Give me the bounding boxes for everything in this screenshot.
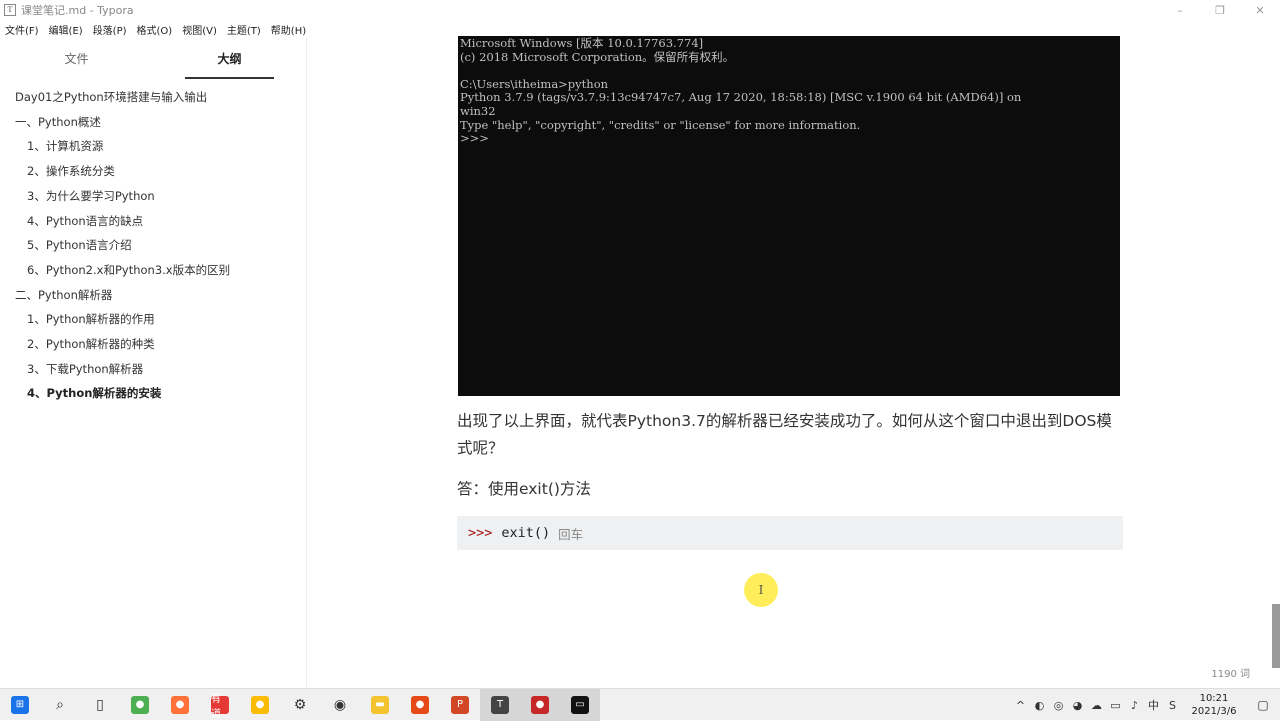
outline-item[interactable]: 6、Python2.x和Python3.x版本的区别	[0, 258, 306, 283]
outline-item[interactable]: 3、为什么要学习Python	[0, 184, 306, 209]
chrome-taskbar-button[interactable]: ●	[120, 689, 160, 721]
menu-item[interactable]: 帮助(H)	[266, 22, 311, 37]
screen-record-icon: ●	[531, 696, 549, 714]
tab-files[interactable]: 文件	[0, 38, 153, 80]
explorer-icon: ▬	[371, 696, 389, 714]
powerpoint-icon: P	[451, 696, 469, 714]
chrome-icon: ●	[131, 696, 149, 714]
terminal-line: Type "help", "copyright", "credits" or "…	[460, 119, 1118, 133]
menu-item[interactable]: 格式(O)	[132, 22, 178, 37]
task-view-taskbar-button[interactable]: ▯	[80, 689, 120, 721]
chrome-2-icon: ●	[251, 696, 269, 714]
outline-item[interactable]: 3、下载Python解析器	[0, 357, 306, 382]
tray-icon[interactable]: ♪	[1125, 699, 1144, 712]
clock[interactable]: 10:21 2021/3/6	[1182, 692, 1246, 718]
sidebar: 文件 大纲 Day01之Python环境搭建与输入输出一、Python概述1、计…	[0, 38, 307, 688]
terminal-line: C:\Users\itheima>python	[460, 78, 1118, 92]
cmd-taskbar-button[interactable]: ▭	[560, 689, 600, 721]
code-comment: 回车	[558, 524, 583, 543]
outline-item[interactable]: 1、计算机资源	[0, 134, 306, 159]
tray-icon[interactable]: ☁	[1087, 699, 1106, 712]
tray-icon[interactable]: ▭	[1106, 699, 1125, 712]
code-block[interactable]: >>> exit() 回车	[457, 516, 1123, 550]
terminal-line: Python 3.7.9 (tags/v3.7.9:13c94747c7, Au…	[460, 91, 1118, 105]
app-circle-taskbar-button[interactable]: ◉	[320, 689, 360, 721]
start-taskbar-button[interactable]: ⊞	[0, 689, 40, 721]
firefox-taskbar-button[interactable]: ●	[160, 689, 200, 721]
outline-item[interactable]: 2、操作系统分类	[0, 159, 306, 184]
code-prompt: >>>	[468, 525, 492, 541]
settings-taskbar-button[interactable]: ⚙	[280, 689, 320, 721]
start-icon: ⊞	[11, 696, 29, 714]
terminal-screenshot-image: Microsoft Windows [版本 10.0.17763.774](c)…	[458, 36, 1120, 396]
outline-item[interactable]: 5、Python语言介绍	[0, 233, 306, 258]
outline-item[interactable]: 1、Python解析器的作用	[0, 307, 306, 332]
outline-item[interactable]: 2、Python解析器的种类	[0, 332, 306, 357]
powerpoint-taskbar-button[interactable]: P	[440, 689, 480, 721]
terminal-line: Microsoft Windows [版本 10.0.17763.774]	[460, 37, 1118, 51]
close-button[interactable]: ✕	[1240, 0, 1280, 20]
typora-app-icon: T	[4, 4, 16, 16]
menu-bar: 文件(F)编辑(E)段落(P)格式(O)视图(V)主题(T)帮助(H)	[0, 20, 311, 38]
recorder-taskbar-button[interactable]: ●	[400, 689, 440, 721]
word-count[interactable]: 1190 词	[1211, 665, 1250, 680]
menu-item[interactable]: 段落(P)	[88, 22, 132, 37]
typora-icon: T	[491, 696, 509, 714]
youdao-icon: 有道	[211, 696, 229, 714]
menu-item[interactable]: 视图(V)	[177, 22, 222, 37]
outline-item[interactable]: 4、Python解析器的安装	[0, 381, 306, 406]
notification-icon[interactable]: ▢	[1246, 698, 1280, 712]
clock-date: 2021/3/6	[1182, 705, 1246, 718]
clock-time: 10:21	[1182, 692, 1246, 705]
cmd-icon: ▭	[571, 696, 589, 714]
outline-item[interactable]: 一、Python概述	[0, 110, 306, 135]
tray-icon[interactable]: ◕	[1068, 699, 1087, 712]
terminal-line: win32	[460, 105, 1118, 119]
outline-item[interactable]: 4、Python语言的缺点	[0, 209, 306, 234]
tray-icon[interactable]: ^	[1011, 699, 1030, 712]
task-view-icon: ▯	[91, 696, 109, 714]
title-bar: T 课堂笔记.md - Typora – ❐ ✕	[0, 0, 1280, 20]
tray-icon[interactable]: S	[1163, 699, 1182, 712]
mouse-cursor-highlight: I	[744, 573, 778, 607]
terminal-line: (c) 2018 Microsoft Corporation。保留所有权利。	[460, 51, 1118, 65]
firefox-icon: ●	[171, 696, 189, 714]
terminal-line	[460, 64, 1118, 78]
search-icon: ⌕	[51, 696, 69, 714]
recorder-icon: ●	[411, 696, 429, 714]
answer-paragraph[interactable]: 答：使用exit()方法	[457, 476, 591, 503]
menu-item[interactable]: 文件(F)	[0, 22, 44, 37]
menu-item[interactable]: 主题(T)	[222, 22, 266, 37]
explorer-taskbar-button[interactable]: ▬	[360, 689, 400, 721]
tab-outline[interactable]: 大纲	[153, 38, 306, 80]
youdao-taskbar-button[interactable]: 有道	[200, 689, 240, 721]
taskbar: ⊞⌕▯●●有道●⚙◉▬●PT●▭ ^◐◎◕☁▭♪中S 10:21 2021/3/…	[0, 688, 1280, 720]
menu-item[interactable]: 编辑(E)	[44, 22, 88, 37]
terminal-line: >>>	[460, 132, 1118, 146]
sidebar-tabs: 文件 大纲	[0, 38, 306, 80]
typora-taskbar-button[interactable]: T	[480, 689, 520, 721]
outline-list: Day01之Python环境搭建与输入输出一、Python概述1、计算机资源2、…	[0, 85, 306, 406]
system-tray: ^◐◎◕☁▭♪中S 10:21 2021/3/6 ▢	[1011, 689, 1280, 721]
settings-icon: ⚙	[291, 696, 309, 714]
search-taskbar-button[interactable]: ⌕	[40, 689, 80, 721]
tray-icon[interactable]: ◎	[1049, 699, 1068, 712]
editor-area[interactable]: Microsoft Windows [版本 10.0.17763.774](c)…	[307, 20, 1280, 688]
body-paragraph[interactable]: 出现了以上界面，就代表Python3.7的解析器已经安装成功了。如何从这个窗口中…	[457, 408, 1117, 462]
tray-icon[interactable]: 中	[1144, 697, 1163, 713]
code-command: exit()	[501, 525, 550, 541]
app-circle-icon: ◉	[331, 696, 349, 714]
window-title: 课堂笔记.md - Typora	[21, 2, 134, 18]
minimize-button[interactable]: –	[1160, 0, 1200, 20]
outline-item[interactable]: Day01之Python环境搭建与输入输出	[0, 85, 306, 110]
restore-button[interactable]: ❐	[1200, 0, 1240, 20]
tray-icon[interactable]: ◐	[1030, 699, 1049, 712]
outline-item[interactable]: 二、Python解析器	[0, 283, 306, 308]
screen-record-taskbar-button[interactable]: ●	[520, 689, 560, 721]
window-controls: – ❐ ✕	[1160, 0, 1280, 20]
scrollbar[interactable]	[1272, 604, 1280, 668]
chrome-2-taskbar-button[interactable]: ●	[240, 689, 280, 721]
